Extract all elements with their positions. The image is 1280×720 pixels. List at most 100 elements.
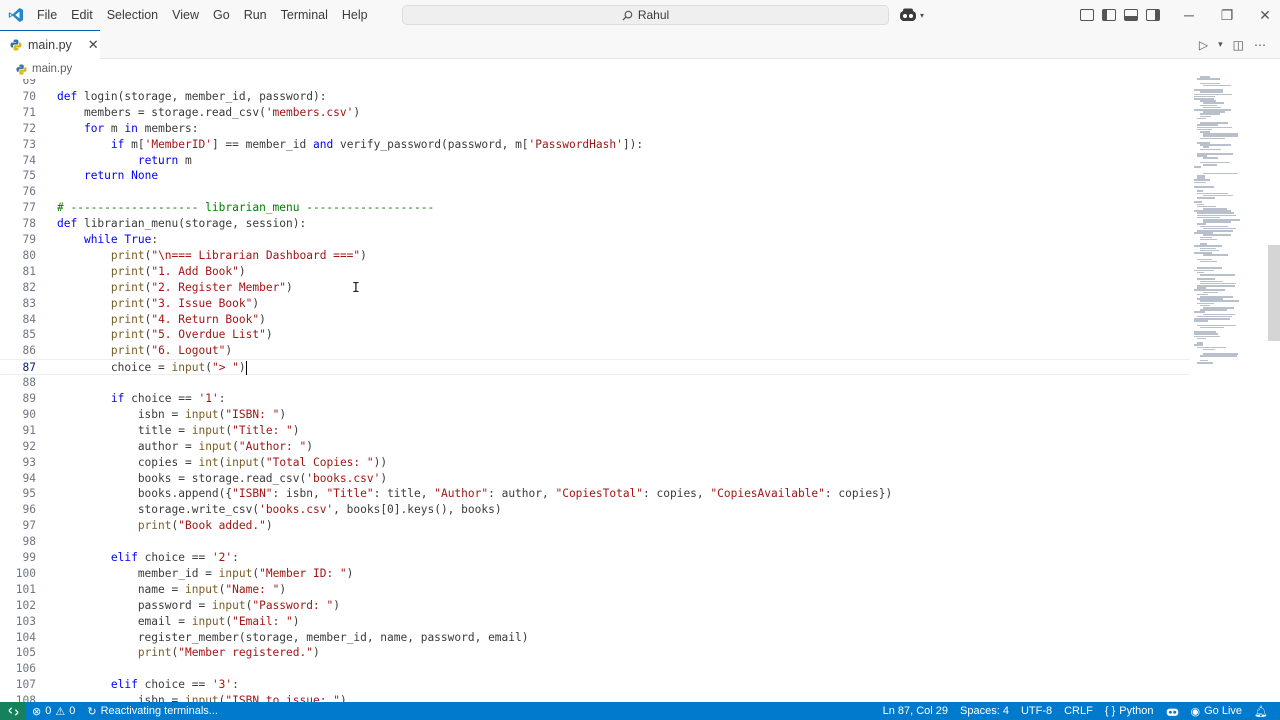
- menu-help[interactable]: Help: [335, 0, 375, 30]
- menu-terminal[interactable]: Terminal: [274, 0, 335, 30]
- code-line[interactable]: 88: [0, 375, 1190, 391]
- restore-icon[interactable]: ❐: [1208, 7, 1246, 24]
- code-text[interactable]: isbn = input("ISBN: "): [57, 407, 286, 423]
- code-line[interactable]: 99 elif choice == '2':: [0, 550, 1190, 566]
- code-text[interactable]: print("Book added."): [57, 518, 273, 534]
- indentation[interactable]: Spaces: 4: [954, 702, 1015, 720]
- code-line[interactable]: 76: [0, 184, 1190, 200]
- background-task[interactable]: ↻ Reactivating terminals...: [81, 702, 224, 720]
- copilot-icon[interactable]: ▾: [899, 6, 927, 24]
- code-text[interactable]: print("5. Overdue List"): [57, 327, 273, 343]
- code-text[interactable]: # ------------------- librarian_menu ---…: [57, 200, 434, 216]
- split-editor-icon[interactable]: ◫: [1233, 38, 1244, 52]
- code-text[interactable]: print("4. Return Book"): [57, 312, 266, 328]
- code-line[interactable]: 102 password = input("Password: "): [0, 598, 1190, 614]
- code-text[interactable]: email = input("Email: "): [57, 614, 300, 630]
- code-line[interactable]: 80 print("\n=== Librarian Dashboard ==="…: [0, 248, 1190, 264]
- code-text[interactable]: title = input("Title: "): [57, 423, 300, 439]
- code-line[interactable]: 71 members = storage.read_csv('members.c…: [0, 105, 1190, 121]
- code-line[interactable]: 100 member_id = input("Member ID: "): [0, 566, 1190, 582]
- code-line[interactable]: 89 if choice == '1':: [0, 391, 1190, 407]
- code-text[interactable]: choice = input("> "): [57, 360, 247, 376]
- code-text[interactable]: elif choice == '2':: [57, 550, 239, 566]
- code-text[interactable]: if choice == '1':: [57, 391, 226, 407]
- code-line[interactable]: 82 print("2. Register Member"): [0, 280, 1190, 296]
- run-python-icon[interactable]: ▷: [1199, 38, 1208, 52]
- code-text[interactable]: print("Member registered."): [57, 645, 320, 661]
- copilot-status-icon[interactable]: [1160, 702, 1185, 720]
- customize-layout-icon[interactable]: [1080, 9, 1094, 21]
- code-text[interactable]: print("2. Register Member"): [57, 280, 293, 296]
- code-line[interactable]: 90 isbn = input("ISBN: "): [0, 407, 1190, 423]
- code-line[interactable]: 96 storage.write_csv('books.csv', books[…: [0, 502, 1190, 518]
- code-text[interactable]: return m: [57, 153, 192, 169]
- code-text[interactable]: books.append({"ISBN": isbn, "Title": tit…: [57, 486, 892, 502]
- menu-run[interactable]: Run: [237, 0, 274, 30]
- close-icon[interactable]: ✕: [88, 37, 99, 53]
- end-of-line[interactable]: CRLF: [1058, 702, 1099, 720]
- code-line[interactable]: 85 print("5. Overdue List"): [0, 327, 1190, 343]
- chevron-down-icon[interactable]: ▾: [1218, 39, 1223, 50]
- code-line[interactable]: 91 title = input("Title: "): [0, 423, 1190, 439]
- code-text[interactable]: name = input("Name: "): [57, 582, 286, 598]
- code-text[interactable]: def login(storage, member_id, password):: [57, 89, 326, 105]
- menu-view[interactable]: View: [165, 0, 206, 30]
- more-actions-icon[interactable]: ⋯: [1254, 38, 1266, 52]
- code-text[interactable]: def librarian_menu(storage, session):: [57, 216, 306, 232]
- code-line[interactable]: 94 books = storage.read_csv('books.csv'): [0, 471, 1190, 487]
- code-text[interactable]: copies = int(input("Total Copies: ")): [57, 455, 387, 471]
- code-text[interactable]: members = storage.read_csv('members.csv'…: [57, 105, 360, 121]
- code-line[interactable]: 78 def librarian_menu(storage, session):: [0, 216, 1190, 232]
- toggle-secondary-sidebar-icon[interactable]: [1146, 9, 1160, 21]
- code-line[interactable]: 84 print("4. Return Book"): [0, 312, 1190, 328]
- go-live-button[interactable]: ◉ Go Live: [1185, 702, 1249, 720]
- code-editor[interactable]: 69 70 def login(storage, member_id, passwo…: [0, 79, 1190, 702]
- code-line[interactable]: 72 for m in members:: [0, 121, 1190, 137]
- code-line[interactable]: 108 isbn = input("ISBN to issue: "): [0, 693, 1190, 702]
- code-text[interactable]: print("1. Add Book"): [57, 264, 246, 280]
- code-text[interactable]: if m['MemberID'] == member_id and verify…: [57, 137, 643, 153]
- remote-indicator-icon[interactable]: [0, 702, 26, 720]
- language-mode[interactable]: { } Python: [1099, 702, 1160, 720]
- code-text[interactable]: member_id = input("Member ID: "): [57, 566, 354, 582]
- minimize-icon[interactable]: ─: [1170, 7, 1208, 23]
- menu-file[interactable]: File: [30, 0, 64, 30]
- notifications-bell-icon[interactable]: 🔔︎: [1248, 702, 1274, 720]
- code-line[interactable]: 104 register_member(storage, member_id, …: [0, 630, 1190, 646]
- breadcrumb-file[interactable]: main.py: [32, 63, 72, 75]
- toggle-primary-sidebar-icon[interactable]: [1102, 9, 1116, 21]
- close-window-icon[interactable]: ✕: [1246, 7, 1280, 24]
- code-line[interactable]: 81 print("1. Add Book"): [0, 264, 1190, 280]
- menu-selection[interactable]: Selection: [100, 0, 165, 30]
- tab-main-py[interactable]: main.py ✕: [0, 30, 100, 59]
- code-text[interactable]: print("6. Logout"): [57, 343, 232, 359]
- menu-edit[interactable]: Edit: [64, 0, 100, 30]
- code-line[interactable]: 69: [0, 79, 1190, 89]
- code-line[interactable]: 105 print("Member registered."): [0, 645, 1190, 661]
- code-line[interactable]: 95 books.append({"ISBN": isbn, "Title": …: [0, 486, 1190, 502]
- code-line[interactable]: 86 print("6. Logout"): [0, 343, 1190, 359]
- code-line[interactable]: 92 author = input("Author: "): [0, 439, 1190, 455]
- code-text[interactable]: print("\n=== Librarian Dashboard ==="): [57, 248, 367, 264]
- minimap[interactable]: [1190, 74, 1270, 702]
- code-text[interactable]: print("3. Issue Book"): [57, 296, 259, 312]
- code-text[interactable]: password = input("Password: "): [57, 598, 340, 614]
- code-line[interactable]: 98: [0, 534, 1190, 550]
- code-line[interactable]: 101 name = input("Name: "): [0, 582, 1190, 598]
- code-line[interactable]: 107 elif choice == '3':: [0, 677, 1190, 693]
- code-line[interactable]: 103 email = input("Email: "): [0, 614, 1190, 630]
- code-text[interactable]: isbn = input("ISBN to issue: "): [57, 693, 347, 702]
- code-line[interactable]: 83 print("3. Issue Book"): [0, 296, 1190, 312]
- cursor-position[interactable]: Ln 87, Col 29: [877, 702, 954, 720]
- vertical-scrollbar[interactable]: [1268, 245, 1280, 341]
- code-text[interactable]: elif choice == '3':: [57, 677, 239, 693]
- encoding[interactable]: UTF-8: [1015, 702, 1058, 720]
- code-line[interactable]: 77 # ------------------- librarian_menu -…: [0, 200, 1190, 216]
- code-line[interactable]: 106: [0, 661, 1190, 677]
- code-text[interactable]: books = storage.read_csv('books.csv'): [57, 471, 387, 487]
- code-line[interactable]: 87 choice = input("> "): [0, 359, 1190, 376]
- code-line[interactable]: 74 return m: [0, 153, 1190, 169]
- code-line[interactable]: 93 copies = int(input("Total Copies: ")): [0, 455, 1190, 471]
- code-text[interactable]: storage.write_csv('books.csv', books[0].…: [57, 502, 502, 518]
- code-line[interactable]: 97 print("Book added."): [0, 518, 1190, 534]
